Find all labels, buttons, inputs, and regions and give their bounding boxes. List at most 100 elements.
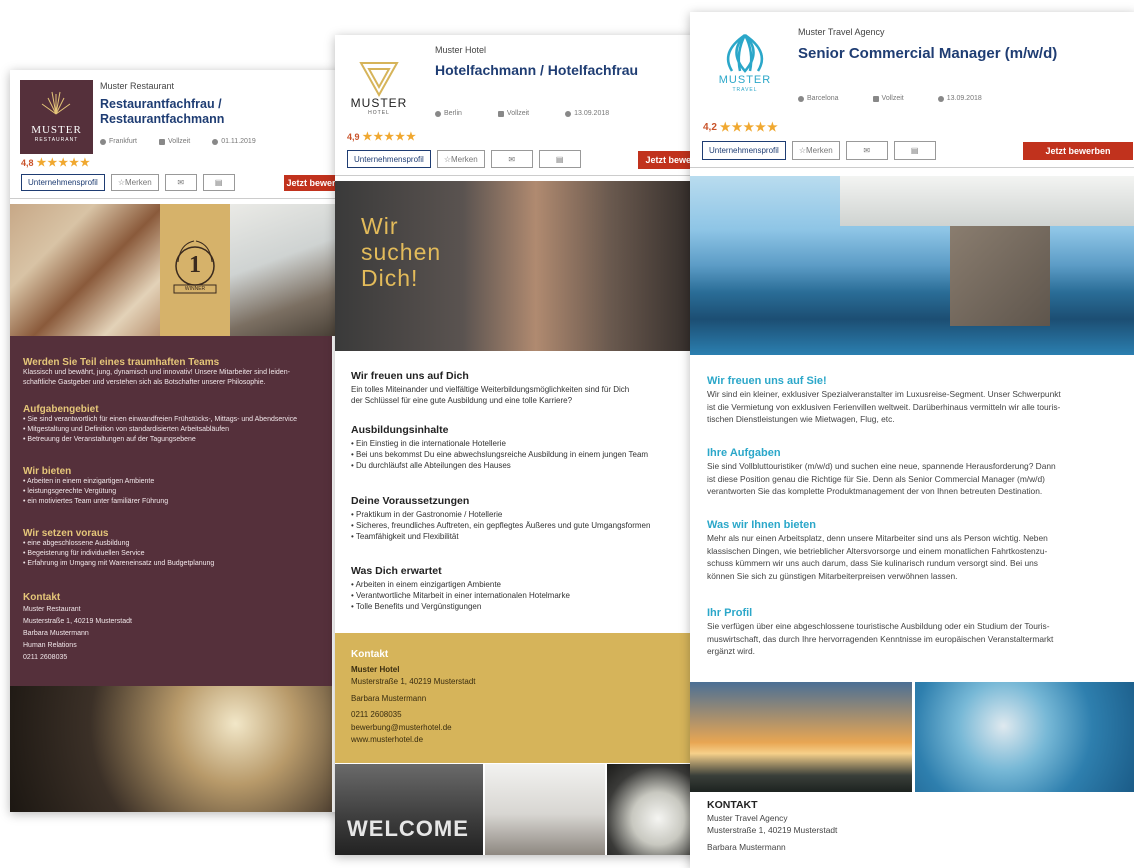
rating: 4,8 ★★★★★ (21, 156, 91, 169)
hero-line: Wir (361, 213, 399, 239)
location-pin-icon (100, 138, 106, 145)
hotel-logo: MUSTER HOTEL (349, 51, 409, 121)
email-button[interactable]: ✉ (164, 174, 197, 191)
text-line: der Schlüssel für eine gute Ausbildung u… (351, 396, 573, 405)
text-line: Musterstraße 1, 40219 Musterstadt (23, 618, 132, 625)
printer-icon: ▤ (214, 178, 223, 187)
text-line: 0211 2608035 (23, 654, 68, 661)
star-icons: ★★★★★ (362, 131, 417, 143)
envelope-icon: ✉ (177, 178, 185, 187)
dish-photo (607, 764, 700, 855)
text-line: Barbara Mustermann (23, 630, 89, 637)
section-title: Ihre Aufgaben (707, 447, 781, 459)
hero-line: Dich! (361, 265, 419, 291)
text-line: Human Relations (23, 642, 77, 649)
date-text: 01.11.2019 (221, 138, 256, 145)
contact-address: Musterstraße 1, 40219 Musterstadt (351, 677, 476, 686)
logo-line1: MUSTER (718, 74, 772, 86)
text-line: Sie verfügen über eine abgeschlossene to… (707, 621, 1050, 632)
text-line: Klassisch und bewährt, jung, dynamisch u… (23, 369, 290, 376)
envelope-icon: ✉ (508, 154, 516, 164)
location-text: Berlin (444, 110, 462, 117)
text-line: • leistungsgerechte Vergütung (23, 488, 117, 495)
save-button[interactable]: ☆ Merken (110, 174, 159, 191)
clock-icon (565, 110, 572, 117)
section-requirements: Deine Voraussetzungen • Praktikum in der … (351, 496, 650, 542)
print-button[interactable]: ▤ (893, 141, 936, 160)
triangle-logo-icon (359, 62, 399, 98)
apply-button[interactable]: Jetzt bewerben (1023, 142, 1133, 160)
text-line: • ein motiviertes Team unter familiärer … (23, 498, 169, 505)
text-line: • Betreuung der Veranstaltungen auf der … (23, 436, 196, 443)
company-profile-button[interactable]: Unternehmensprofil (347, 150, 431, 168)
text-line: • Arbeiten in einem einzigartigen Ambien… (23, 478, 155, 485)
bedroom-photo (485, 764, 605, 855)
job-title[interactable]: Restaurantfachfrau / Restaurantfachmann (100, 97, 270, 127)
text-line: • Bei uns bekommst Du eine abwechslungsr… (351, 450, 649, 459)
text-line: • Begeisterung für individuellen Service (23, 550, 145, 557)
location: Frankfurt (100, 138, 137, 145)
employment-type: Vollzeit (872, 95, 904, 102)
contact-person: Barbara Mustermann (351, 693, 427, 703)
award-number: 1 (189, 252, 201, 278)
welcome-photo: WELCOME (335, 764, 483, 855)
star-icons: ★★★★★ (719, 120, 779, 134)
print-button[interactable]: ▤ (538, 150, 581, 168)
star-icons: ★★★★★ (36, 157, 91, 169)
star-outline-icon: ☆ (117, 178, 125, 187)
restaurant-logo: MUSTER RESTAURANT (20, 80, 93, 154)
company-profile-button[interactable]: Unternehmensprofil (702, 141, 786, 160)
print-button[interactable]: ▤ (202, 174, 235, 191)
section-profile: Ihr Profil Sie verfügen über eine abgesch… (707, 607, 1122, 658)
text-line: können Sie sich zu günstigen Mitarbeiter… (707, 570, 958, 581)
location: Barcelona (798, 95, 839, 102)
company-profile-button[interactable]: Unternehmensprofil (21, 174, 105, 191)
type-text: Vollzeit (168, 138, 191, 145)
date: 13.09.2018 (937, 95, 982, 102)
rating-value: 4,9 (347, 131, 360, 142)
section-title: Was wir Ihnen bieten (707, 519, 816, 531)
star-outline-icon: ☆ (443, 154, 451, 164)
clock-icon (212, 138, 219, 145)
palm-sunset-photo (690, 682, 912, 792)
text-line: • Teamfähigkeit und Flexibilität (351, 532, 459, 541)
email-button[interactable]: ✉ (845, 141, 888, 160)
contact-email[interactable]: bewerbung@musterhotel.de (351, 722, 476, 735)
email-button[interactable]: ✉ (490, 150, 533, 168)
section-requirements: Wir setzen voraus • eine abgeschlossene A… (23, 529, 214, 569)
save-button[interactable]: ☆ Merken (436, 150, 485, 168)
food-photo (10, 204, 160, 336)
section-tasks: Aufgabengebiet • Sie sind verantwortlich … (23, 405, 343, 445)
job-title[interactable]: Hotelfachmann / Hotelfachfrau (435, 62, 638, 79)
date-text: 13.09.2018 (946, 95, 982, 102)
date-text: 13.09.2018 (574, 110, 610, 117)
section-title: Was Dich erwartet (351, 565, 442, 577)
date: 13.09.2018 (565, 110, 609, 117)
section-team: Werden Sie Teil eines traumhaften Teams K… (23, 358, 333, 388)
logo-line1: MUSTER (350, 96, 408, 110)
pool-photo (690, 176, 1134, 355)
rating: 4,9 ★★★★★ (347, 130, 417, 143)
pool-stone-wall (950, 226, 1050, 326)
text-line: Mehr als nur einen Arbeitsplatz, denn un… (707, 533, 1048, 544)
section-offer: Wir bieten • Arbeiten in einem einzigarti… (23, 467, 168, 507)
company-name: Muster Travel Agency (798, 27, 885, 37)
text-line: Wir sind ein kleiner, exklusiver Spezial… (707, 389, 1061, 400)
globe-logo-icon (726, 33, 764, 73)
contact-website[interactable]: www.musterhotel.de (351, 734, 476, 747)
save-button[interactable]: ☆ Merken (791, 141, 840, 160)
logo-line2: TRAVEL (732, 87, 758, 93)
text-line: • Verantwortliche Mitarbeit in einer int… (351, 591, 570, 600)
travel-logo: MUSTER TRAVEL (710, 27, 780, 97)
text-line: • eine abgeschlossene Ausbildung (23, 540, 130, 547)
welcome-sign: WELCOME (347, 816, 469, 841)
section-welcome: Wir freuen uns auf Sie! Wir sind ein klei… (707, 375, 1122, 426)
section-contact: Kontakt Muster Restaurant Musterstraße 1, … (23, 592, 132, 664)
job-title[interactable]: Senior Commercial Manager (m/w/d) (798, 45, 1057, 63)
section-training: Ausbildungsinhalte • Ein Einstieg in die … (351, 425, 648, 471)
save-label: Merken (450, 154, 478, 164)
type-text: Vollzeit (506, 110, 530, 117)
text-line: Sie sind Vollbluttouristiker (m/w/d) und… (707, 461, 1056, 472)
logo-line1: MUSTER (31, 124, 82, 136)
job-card-hotel: MUSTER HOTEL Muster Hotel Hotelfachmann … (335, 35, 700, 855)
